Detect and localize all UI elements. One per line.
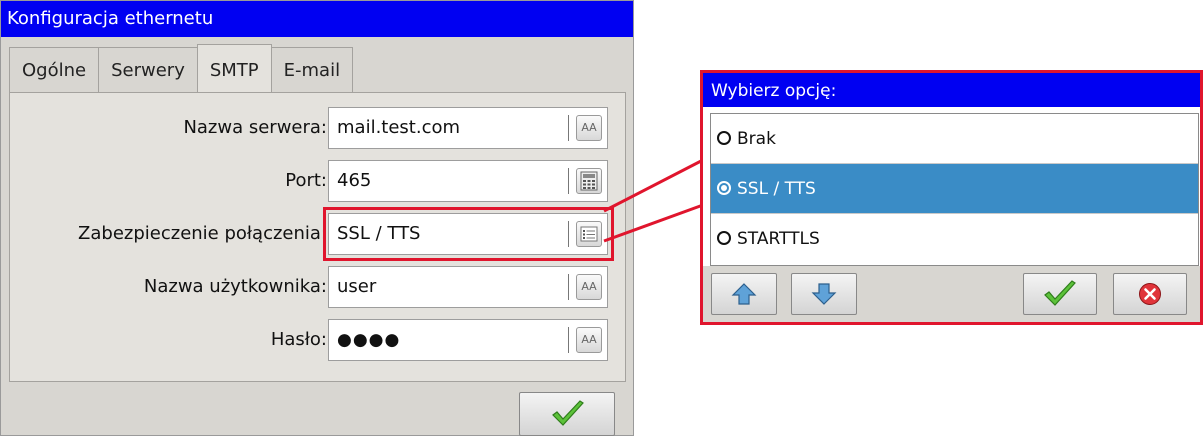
cancel-button[interactable]	[1113, 273, 1187, 315]
option-brak[interactable]: Brak	[711, 114, 1198, 164]
arrow-down-icon	[811, 283, 837, 305]
cancel-icon	[1139, 283, 1161, 305]
checkmark-icon	[1044, 280, 1076, 306]
option-list: Brak SSL / TTS STARTTLS	[710, 113, 1199, 266]
option-label: Brak	[737, 129, 776, 149]
arrow-up-icon	[731, 283, 757, 305]
option-ssl-tts[interactable]: SSL / TTS	[711, 164, 1198, 214]
dialog-button-bar	[703, 266, 1200, 322]
radio-dot	[721, 185, 727, 191]
option-label: SSL / TTS	[737, 179, 816, 199]
radio-unchecked-icon	[717, 131, 731, 145]
radio-checked-icon	[717, 181, 731, 195]
option-label: STARTTLS	[737, 229, 820, 249]
option-starttls[interactable]: STARTTLS	[711, 214, 1198, 264]
scroll-up-button[interactable]	[711, 273, 777, 315]
select-option-dialog: Wybierz opcję: Brak SSL / TTS STARTTLS	[700, 70, 1203, 325]
radio-unchecked-icon	[717, 231, 731, 245]
dialog-title: Wybierz opcję:	[703, 73, 1200, 107]
scroll-down-button[interactable]	[791, 273, 857, 315]
accept-button[interactable]	[1023, 273, 1097, 315]
